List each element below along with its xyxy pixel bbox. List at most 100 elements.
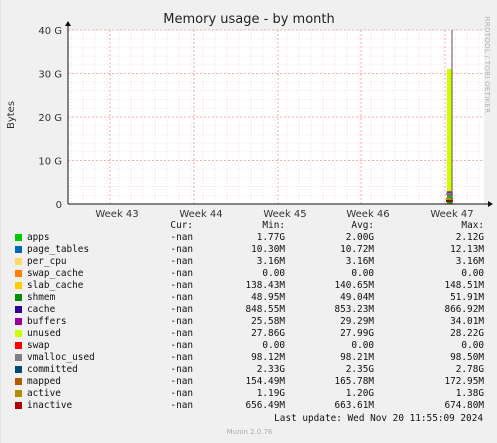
legend-row-swap_cache: swap_cache -nan 0.00 0.00 0.00	[1, 268, 497, 280]
legend-name: inactive	[27, 400, 73, 411]
legend-min: 2.33G	[256, 364, 285, 375]
legend-swatch	[15, 282, 22, 289]
legend-row-shmem: shmem -nan 48.95M 49.04M 51.91M	[1, 292, 497, 304]
legend-name: active	[27, 388, 61, 399]
legend: Cur: Min: Avg: Max: apps -nan 1.77G 2.00G 2.…	[1, 220, 497, 412]
legend-cur: -nan	[170, 232, 193, 243]
legend-avg: 98.21M	[340, 352, 374, 363]
legend-name: mapped	[27, 376, 61, 387]
legend-cur: -nan	[170, 400, 193, 411]
legend-header-row: Cur: Min: Avg: Max:	[1, 220, 497, 232]
legend-row-swap: swap -nan 0.00 0.00 0.00	[1, 340, 497, 352]
legend-row-cache: cache -nan 848.55M 853.23M 866.92M	[1, 304, 497, 316]
legend-swatch	[15, 294, 22, 301]
legend-cur: -nan	[170, 280, 193, 291]
legend-swatch	[15, 366, 22, 373]
legend-min: 3.16M	[256, 256, 285, 267]
legend-row-slab_cache: slab_cache -nan 138.43M 140.65M 148.51M	[1, 280, 497, 292]
legend-min: 98.12M	[251, 352, 285, 363]
legend-row-vmalloc_used: vmalloc_used -nan 98.12M 98.21M 98.50M	[1, 352, 497, 364]
legend-cur: -nan	[170, 328, 193, 339]
last-update: Last update: Wed Nov 20 11:55:09 2024	[274, 413, 483, 424]
legend-avg: 0.00	[351, 340, 374, 351]
x-tick-label: Week 45	[263, 209, 306, 220]
legend-cur: -nan	[170, 364, 193, 375]
y-tick-label: 30 G	[38, 70, 62, 81]
legend-min: 48.95M	[251, 292, 285, 303]
x-tick-label: Week 47	[430, 209, 473, 220]
graph-frame: Memory usage - by month Bytes RRDTOOL / …	[0, 0, 497, 443]
legend-avg: 853.23M	[334, 304, 374, 315]
legend-min: 0.00	[262, 268, 285, 279]
legend-cur: -nan	[170, 244, 193, 255]
legend-min: 656.49M	[245, 400, 285, 411]
legend-avg: 27.99G	[340, 328, 374, 339]
legend-avg: 2.00G	[345, 232, 374, 243]
legend-swatch	[15, 234, 22, 241]
legend-swatch	[15, 258, 22, 265]
legend-name: shmem	[27, 292, 56, 303]
legend-name: per_cpu	[27, 256, 67, 267]
legend-row-page_tables: page_tables -nan 10.30M 10.72M 12.13M	[1, 244, 497, 256]
legend-min: 0.00	[262, 340, 285, 351]
rrdtool-credit: RRDTOOL / TOBI OETIKER	[483, 17, 491, 114]
legend-min: 1.19G	[256, 388, 285, 399]
legend-name: vmalloc_used	[27, 352, 95, 363]
legend-avg: 140.65M	[334, 280, 374, 291]
stack-segment-per_cpu	[447, 195, 452, 196]
x-tick-label: Week 43	[95, 209, 138, 220]
stack-segment-unused	[447, 69, 452, 191]
legend-min: 10.30M	[251, 244, 285, 255]
legend-header-avg: Avg:	[351, 220, 374, 231]
legend-avg: 10.72M	[340, 244, 374, 255]
y-tick-label: 20 G	[38, 113, 62, 124]
legend-cur: -nan	[170, 292, 193, 303]
legend-swatch	[15, 390, 22, 397]
stack-segment-buffers	[447, 190, 452, 192]
legend-name: swap	[27, 340, 50, 351]
legend-header-cur: Cur:	[170, 220, 193, 231]
legend-avg: 1.20G	[345, 388, 374, 399]
legend-min: 25.58M	[251, 316, 285, 327]
legend-row-buffers: buffers -nan 25.58M 29.29M 34.01M	[1, 316, 497, 328]
legend-header-min: Min:	[262, 220, 285, 231]
legend-swatch	[15, 330, 22, 337]
legend-swatch	[15, 306, 22, 313]
legend-row-mapped: mapped -nan 154.49M 165.78M 172.95M	[1, 376, 497, 388]
legend-name: committed	[27, 364, 78, 375]
legend-max: 28.22G	[450, 328, 484, 339]
legend-avg: 29.29M	[340, 316, 374, 327]
legend-max: 0.00	[461, 340, 484, 351]
memory-chart: Memory usage - by month Bytes RRDTOOL / …	[6, 12, 493, 220]
legend-cur: -nan	[170, 388, 193, 399]
legend-swatch	[15, 246, 22, 253]
legend-avg: 0.00	[351, 268, 374, 279]
legend-swatch	[15, 318, 22, 325]
x-tick-label: Week 44	[179, 209, 222, 220]
legend-max: 148.51M	[444, 280, 484, 291]
legend-max: 34.01M	[450, 316, 484, 327]
legend-name: unused	[27, 328, 61, 339]
legend-avg: 663.61M	[334, 400, 374, 411]
legend-avg: 3.16M	[345, 256, 374, 267]
legend-avg: 165.78M	[334, 376, 374, 387]
legend-name: swap_cache	[27, 268, 84, 279]
legend-name: buffers	[27, 316, 67, 327]
legend-max: 2.12G	[455, 232, 484, 243]
y-axis-label: Bytes	[6, 101, 17, 129]
legend-row-per_cpu: per_cpu -nan 3.16M 3.16M 3.16M	[1, 256, 497, 268]
legend-max: 172.95M	[444, 376, 484, 387]
legend-max: 2.78G	[455, 364, 484, 375]
munin-version: Munin 2.0.76	[226, 428, 273, 436]
legend-max: 51.91M	[450, 292, 484, 303]
y-tick-label: 40 G	[38, 26, 62, 37]
legend-rows: apps -nan 1.77G 2.00G 2.12G page_tables -nan 10…	[1, 232, 497, 412]
legend-cur: -nan	[170, 316, 193, 327]
legend-swatch	[15, 402, 22, 409]
legend-max: 1.38G	[455, 388, 484, 399]
legend-swatch	[15, 378, 22, 385]
legend-max: 674.80M	[444, 400, 484, 411]
legend-swatch	[15, 342, 22, 349]
chart-title: Memory usage - by month	[163, 12, 334, 27]
y-axis-arrow	[65, 21, 71, 26]
